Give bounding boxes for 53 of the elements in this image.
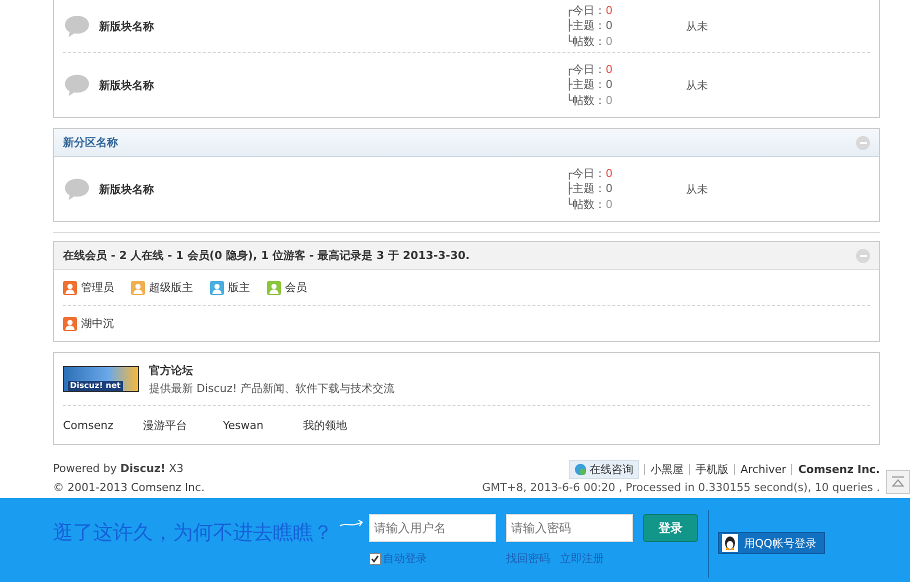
online-consult-button[interactable]: 在线咨询 xyxy=(568,460,639,478)
penguin-icon xyxy=(722,534,738,552)
user-link[interactable]: 湖中沉 xyxy=(81,316,114,331)
friend-link[interactable]: 我的领地 xyxy=(303,418,383,432)
copyright-text: © 2001-2013 Comsenz Inc. xyxy=(53,480,205,496)
legend-label: 会员 xyxy=(285,280,307,295)
login-button[interactable]: 登录 xyxy=(643,514,698,542)
collapse-icon[interactable] xyxy=(856,136,870,150)
processing-info: GMT+8, 2013-6-6 00:20 , Processed in 0.330155 second(s), 10 queries . xyxy=(482,481,880,494)
legend-label: 超级版主 xyxy=(149,280,193,295)
category-title[interactable]: 新分区名称 xyxy=(63,135,118,150)
footer-link[interactable]: 小黑屋 xyxy=(644,464,684,474)
speech-bubble-icon xyxy=(63,14,91,38)
forum-stat: ├主题：0 xyxy=(566,181,614,197)
link-description: 提供最新 Discuz! 产品新闻、软件下载与技术交流 xyxy=(149,380,394,396)
speech-bubble-icon xyxy=(63,177,91,201)
forum-name-link[interactable]: 新版块名称 xyxy=(99,18,566,34)
link-title[interactable]: 官方论坛 xyxy=(149,362,394,378)
online-summary: 在线会员 - 2 人在线 - 1 会员(0 隐身), 1 位游客 - 最高记录是 3 于 2013-3-30. xyxy=(63,248,470,263)
legend-label: 管理员 xyxy=(81,280,114,295)
legend-label: 版主 xyxy=(228,280,250,295)
password-field[interactable]: 请输入密码 xyxy=(506,514,633,542)
speech-bubble-icon xyxy=(63,73,91,97)
company-link[interactable]: Comsenz Inc. xyxy=(791,464,880,474)
back-to-top-button[interactable] xyxy=(886,470,910,494)
forum-stat: ┌今日：0 xyxy=(566,62,614,78)
arrow-up-icon xyxy=(891,476,905,488)
friend-link[interactable]: Comsenz xyxy=(63,418,143,432)
auto-login-checkbox[interactable] xyxy=(369,552,381,564)
site-logo[interactable]: Discuz! net xyxy=(63,366,139,392)
forum-stat: ┌今日：0 xyxy=(566,2,614,18)
footer-link[interactable]: Archiver xyxy=(734,464,786,474)
forum-stat: ├主题：0 xyxy=(566,18,614,34)
chat-bubble-icon xyxy=(574,462,587,476)
last-post-text: 从未 xyxy=(686,78,708,92)
last-post-text: 从未 xyxy=(686,18,708,34)
forum-stat: └帖数：0 xyxy=(566,34,614,50)
qq-login-button[interactable]: 用QQ帐号登录 xyxy=(718,532,826,554)
forum-name-link[interactable]: 新版块名称 xyxy=(99,182,566,196)
username-field[interactable]: 请输入用户名 xyxy=(369,514,496,542)
friend-link[interactable]: 漫游平台 xyxy=(143,418,223,432)
forum-stat: ┌今日：0 xyxy=(566,166,614,182)
forum-stat: ├主题：0 xyxy=(566,77,614,93)
friend-link[interactable]: Yeswan xyxy=(223,418,303,432)
last-post-text: 从未 xyxy=(686,182,708,196)
auto-login-label: 自动登录 xyxy=(383,551,427,566)
collapse-icon[interactable] xyxy=(856,248,870,262)
forum-stat: └帖数：0 xyxy=(566,196,614,212)
powered-by-text: Powered by Discuz! X3 xyxy=(53,461,185,477)
forum-name-link[interactable]: 新版块名称 xyxy=(99,78,566,92)
forum-stat: └帖数：0 xyxy=(566,92,614,108)
slogan-text: 逛了这许久，为何不进去瞧瞧？ xyxy=(53,519,333,546)
footer-link[interactable]: 手机版 xyxy=(688,464,729,474)
